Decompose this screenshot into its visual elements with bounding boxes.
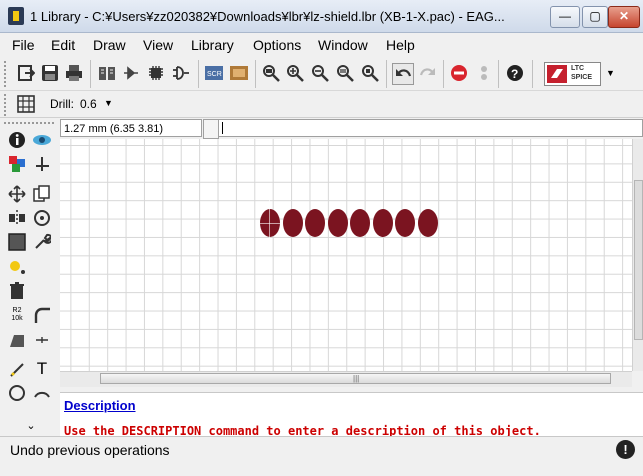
toolbar-separator xyxy=(532,60,533,88)
circle-icon[interactable] xyxy=(6,382,28,404)
menu-library[interactable]: Library xyxy=(191,37,234,53)
toolbar-grip[interactable] xyxy=(4,94,10,116)
toolbar-separator xyxy=(198,60,199,88)
miter-icon[interactable] xyxy=(31,304,53,326)
drill-label: Drill: xyxy=(50,97,74,111)
smd-pad[interactable] xyxy=(395,209,415,237)
zoom-out-icon[interactable] xyxy=(310,63,330,83)
zoom-fit-icon[interactable] xyxy=(261,63,281,83)
package-icon[interactable] xyxy=(146,63,166,83)
rotate-icon[interactable] xyxy=(31,207,53,229)
go-icon[interactable] xyxy=(474,63,494,83)
redraw-icon[interactable] xyxy=(335,63,355,83)
display-icon[interactable] xyxy=(6,153,28,175)
wire-icon[interactable] xyxy=(6,358,28,380)
toolbar-separator xyxy=(386,60,387,88)
alert-icon[interactable]: ! xyxy=(616,440,635,459)
mark-icon[interactable] xyxy=(31,153,53,175)
info-icon[interactable] xyxy=(6,129,28,151)
toolbar-grip[interactable] xyxy=(4,61,10,87)
mirror-icon[interactable] xyxy=(6,207,28,229)
device-icon[interactable] xyxy=(121,63,141,83)
value-icon-bottom: 10k xyxy=(11,315,23,322)
undo-icon[interactable] xyxy=(392,63,414,85)
ulp-icon[interactable] xyxy=(229,63,249,83)
close-button[interactable]: ✕ xyxy=(608,6,640,28)
print-icon[interactable] xyxy=(64,63,84,83)
menu-file[interactable]: File xyxy=(12,37,35,53)
command-cursor xyxy=(222,122,223,134)
ltspice-label-2: SPICE xyxy=(571,74,593,81)
eagle-app-icon xyxy=(8,7,24,25)
value-icon[interactable]: R2 10k xyxy=(6,304,28,326)
status-message: Undo previous operations xyxy=(10,442,170,458)
description-text: Use the DESCRIPTION command to enter a d… xyxy=(64,424,541,436)
menu-options[interactable]: Options xyxy=(253,37,301,53)
vertical-scroll-thumb[interactable] xyxy=(634,180,643,340)
scroll-grip: ||| xyxy=(353,374,360,383)
ltspice-logo-icon xyxy=(547,65,567,83)
text-icon[interactable]: T xyxy=(31,358,53,380)
drawing-canvas[interactable] xyxy=(60,139,632,371)
chevron-down-icon[interactable]: ⌄ xyxy=(20,414,42,436)
maximize-button[interactable]: ▢ xyxy=(582,6,608,28)
zoom-in-icon[interactable] xyxy=(285,63,305,83)
help-icon[interactable]: ? xyxy=(505,63,525,83)
move-icon[interactable] xyxy=(6,183,28,205)
script-icon[interactable]: SCR xyxy=(204,63,224,83)
show-icon[interactable] xyxy=(31,129,53,151)
chevron-down-icon[interactable]: ▼ xyxy=(104,98,113,108)
toolbar-separator xyxy=(90,60,91,88)
origin-cross xyxy=(256,223,282,224)
menu-help[interactable]: Help xyxy=(386,37,415,53)
smd-pad[interactable] xyxy=(350,209,370,237)
redo-icon[interactable] xyxy=(418,63,438,83)
smd-pad[interactable] xyxy=(372,209,393,237)
wrench-icon[interactable] xyxy=(31,231,53,253)
zoom-select-icon[interactable] xyxy=(360,63,380,83)
book-icon[interactable] xyxy=(97,63,117,83)
description-link[interactable]: Description xyxy=(64,398,136,413)
menu-draw[interactable]: Draw xyxy=(93,37,126,53)
toolbar-separator xyxy=(443,60,444,88)
delete-icon[interactable] xyxy=(6,280,28,302)
grid-icon[interactable] xyxy=(16,94,36,114)
command-line-input[interactable] xyxy=(218,119,643,137)
ltspice-label-1: LTC xyxy=(571,65,585,72)
split-icon[interactable] xyxy=(6,329,28,351)
smd-pad[interactable] xyxy=(282,209,303,237)
smd-pad[interactable] xyxy=(417,209,438,237)
smd-pad[interactable] xyxy=(327,209,348,237)
pin-icon[interactable] xyxy=(31,329,53,351)
svg-text:SCR: SCR xyxy=(207,71,222,78)
window-title: 1 Library - C:¥Users¥zz020382¥Downloads¥… xyxy=(30,9,505,24)
smd-pad[interactable] xyxy=(305,209,325,237)
toolbar-separator xyxy=(498,60,499,88)
ltspice-button[interactable]: LTC SPICE xyxy=(544,62,601,86)
arc-icon[interactable] xyxy=(31,382,53,404)
save-icon[interactable] xyxy=(40,63,60,83)
palette-grip[interactable] xyxy=(4,122,54,127)
menu-view[interactable]: View xyxy=(143,37,173,53)
coordinate-display: 1.27 mm (6.35 3.81) xyxy=(60,119,202,137)
group-icon[interactable] xyxy=(6,231,28,253)
value-icon-top: R2 xyxy=(12,307,22,314)
copy-icon[interactable] xyxy=(31,183,53,205)
svg-text:?: ? xyxy=(511,67,518,81)
menu-window[interactable]: Window xyxy=(318,37,368,53)
minimize-button[interactable]: — xyxy=(550,6,580,28)
coordinate-toggle-button[interactable] xyxy=(203,119,219,139)
menu-edit[interactable]: Edit xyxy=(51,37,75,53)
toolbar-separator xyxy=(255,60,256,88)
open-icon[interactable] xyxy=(16,63,36,83)
stop-icon[interactable] xyxy=(449,63,469,83)
symbol-icon[interactable] xyxy=(171,63,191,83)
drill-value[interactable]: 0.6 xyxy=(80,97,97,111)
chevron-down-icon[interactable]: ▼ xyxy=(606,68,615,78)
paste-icon[interactable] xyxy=(6,256,28,278)
